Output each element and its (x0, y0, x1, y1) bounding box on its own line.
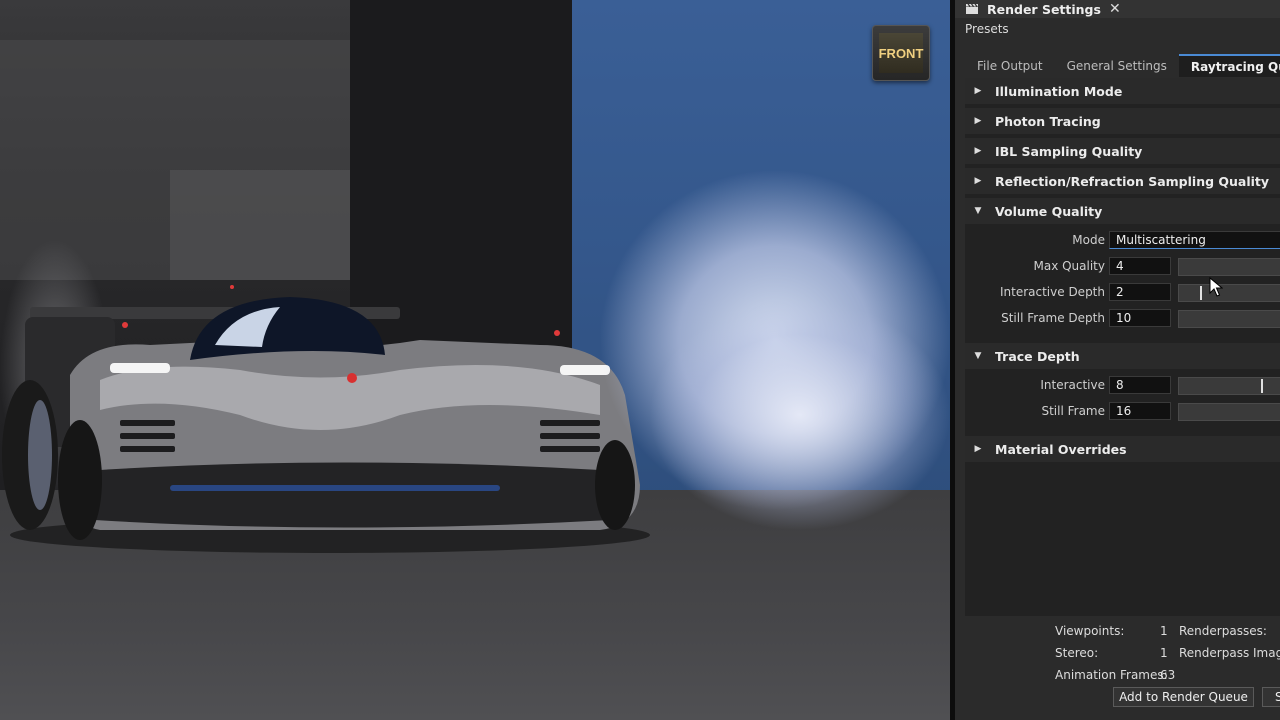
viewpoints-label: Viewpoints: (1055, 624, 1125, 638)
smoke-cloud-core (650, 300, 950, 530)
trace-interactive-label: Interactive (1040, 378, 1105, 392)
mode-label: Mode (1072, 233, 1105, 247)
presets-menu[interactable]: Presets (955, 18, 1280, 40)
chevron-right-icon[interactable]: ▶ (965, 146, 989, 156)
still-frame-depth-slider[interactable] (1178, 310, 1280, 328)
render-settings-panel: Render Settings ✕ Presets File Output Ge… (955, 0, 1280, 720)
viewpoints-value: 1 (1160, 624, 1168, 638)
tab-file-output[interactable]: File Output (965, 54, 1055, 78)
stereo-label: Stereo: (1055, 646, 1099, 660)
raytracing-quality-content: ▶ Illumination Mode ▶ Photon Tracing ▶ I… (965, 78, 1280, 616)
clapperboard-icon (965, 3, 979, 15)
section-label: Trace Depth (995, 348, 1080, 364)
chevron-right-icon[interactable]: ▶ (965, 86, 989, 96)
section-photon-tracing[interactable]: ▶ Photon Tracing (965, 108, 1280, 134)
animation-frames-value: 63 (1160, 668, 1176, 682)
trace-interactive-slider[interactable] (1178, 377, 1280, 395)
tab-general-settings[interactable]: General Settings (1055, 54, 1179, 78)
panel-title: Render Settings (987, 1, 1101, 17)
volume-mode-row: Mode Multiscattering (965, 229, 1280, 251)
render-viewport[interactable]: FRONT (0, 0, 950, 720)
chevron-right-icon[interactable]: ▶ (965, 176, 989, 186)
renderpass-images-label: Renderpass Images (1179, 646, 1280, 660)
chevron-right-icon[interactable]: ▶ (965, 444, 989, 454)
chevron-right-icon[interactable]: ▶ (965, 116, 989, 126)
interactive-depth-slider[interactable] (1178, 284, 1280, 302)
section-label: IBL Sampling Quality (995, 143, 1143, 159)
trace-interactive-input[interactable]: 8 (1109, 376, 1171, 394)
presets-label[interactable]: Presets (965, 22, 1009, 36)
trace-still-frame-slider[interactable] (1178, 403, 1280, 421)
section-label: Illumination Mode (995, 83, 1123, 99)
section-material-overrides[interactable]: ▶ Material Overrides (965, 436, 1280, 462)
stereo-value: 1 (1160, 646, 1168, 660)
tab-raytracing-quality[interactable]: Raytracing Quality (1178, 54, 1280, 77)
nav-cube-front-label[interactable]: FRONT (879, 33, 923, 73)
slider-thumb[interactable] (1200, 286, 1202, 300)
add-to-render-queue-button[interactable]: Add to Render Queue (1113, 687, 1254, 707)
trace-still-frame-row: Still Frame 16 (965, 400, 1280, 422)
chevron-down-icon[interactable]: ▼ (965, 351, 989, 361)
close-icon[interactable]: ✕ (1109, 1, 1121, 17)
section-trace-depth[interactable]: ▼ Trace Depth (965, 343, 1280, 369)
still-frame-depth-row: Still Frame Depth 10 (965, 307, 1280, 329)
section-volume-quality[interactable]: ▼ Volume Quality (965, 198, 1280, 224)
renderpasses-label: Renderpasses: (1179, 624, 1267, 638)
section-label: Photon Tracing (995, 113, 1101, 129)
slider-thumb[interactable] (1261, 379, 1263, 393)
panel-title-bar: Render Settings ✕ (955, 0, 1280, 18)
max-quality-input[interactable]: 4 (1109, 257, 1171, 275)
max-quality-label: Max Quality (1033, 259, 1105, 273)
volume-mode-dropdown[interactable]: Multiscattering (1109, 231, 1280, 249)
interactive-depth-input[interactable]: 2 (1109, 283, 1171, 301)
trace-still-frame-label: Still Frame (1041, 404, 1105, 418)
interactive-depth-row: Interactive Depth 2 (965, 281, 1280, 303)
section-label: Reflection/Refraction Sampling Quality (995, 173, 1270, 189)
mouse-cursor-icon (1209, 277, 1223, 297)
chevron-down-icon[interactable]: ▼ (965, 206, 989, 216)
section-reflection-refraction[interactable]: ▶ Reflection/Refraction Sampling Quality (965, 168, 1280, 194)
max-quality-row: Max Quality 4 (965, 255, 1280, 277)
trace-still-frame-input[interactable]: 16 (1109, 402, 1171, 420)
max-quality-slider[interactable] (1178, 258, 1280, 276)
interactive-depth-label: Interactive Depth (999, 285, 1105, 299)
still-frame-depth-label: Still Frame Depth (1001, 311, 1105, 325)
still-frame-depth-input[interactable]: 10 (1109, 309, 1171, 327)
section-label: Material Overrides (995, 441, 1127, 457)
view-navigation-cube[interactable]: FRONT (872, 25, 930, 81)
section-ibl-sampling-quality[interactable]: ▶ IBL Sampling Quality (965, 138, 1280, 164)
animation-frames-label: Animation Frames: (1055, 668, 1168, 682)
settings-tabs: File Output General Settings Raytracing … (965, 54, 1280, 78)
concept-car-model (2, 285, 650, 553)
trace-interactive-row: Interactive 8 (965, 374, 1280, 396)
section-illumination-mode[interactable]: ▶ Illumination Mode (965, 78, 1280, 104)
start-render-button[interactable]: S (1262, 687, 1280, 707)
section-label: Volume Quality (995, 203, 1103, 219)
render-stats-footer: Viewpoints: 1 Renderpasses: Stereo: 1 Re… (955, 616, 1280, 720)
